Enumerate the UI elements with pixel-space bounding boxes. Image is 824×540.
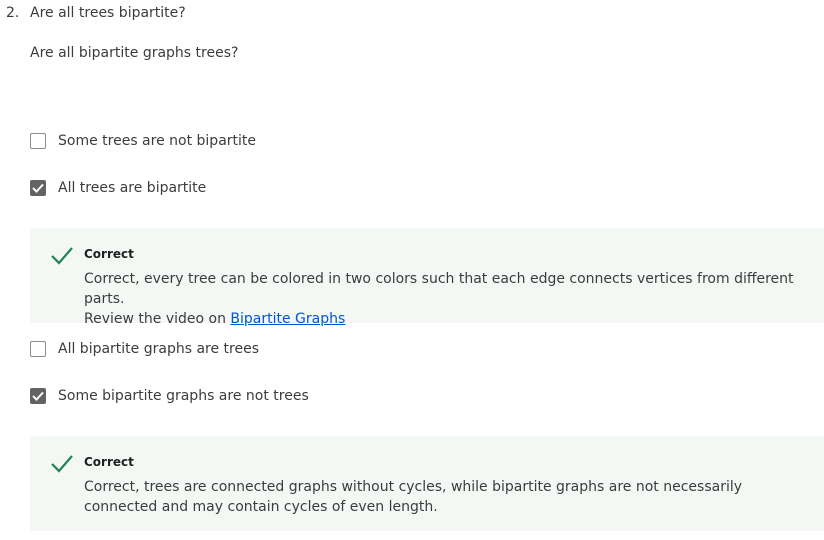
checkbox-check-icon bbox=[32, 183, 44, 193]
question-text-secondary: Are all bipartite graphs trees? bbox=[30, 45, 239, 61]
option-all-trees-bipartite[interactable]: All trees are bipartite bbox=[30, 178, 206, 198]
checkbox-checked[interactable] bbox=[30, 180, 46, 196]
checkbox-check-icon bbox=[32, 391, 44, 401]
checkbox-checked[interactable] bbox=[30, 388, 46, 404]
checkmark-icon bbox=[51, 247, 73, 265]
feedback-panel: Correct Correct, every tree can be color… bbox=[30, 228, 824, 327]
option-label: All trees are bipartite bbox=[58, 180, 207, 196]
feedback-panel: Correct Correct, trees are connected gra… bbox=[30, 436, 824, 531]
option-all-bipartite-graphs-trees[interactable]: All bipartite graphs are trees bbox=[30, 339, 259, 359]
checkmark-icon bbox=[51, 455, 73, 473]
question-number: 2. bbox=[6, 5, 20, 21]
checkbox-unchecked[interactable] bbox=[30, 133, 46, 149]
checkbox-unchecked[interactable] bbox=[30, 341, 46, 357]
option-some-bipartite-graphs-not-trees[interactable]: Some bipartite graphs are not trees bbox=[30, 386, 309, 406]
feedback-review-line: Review the video on Bipartite Graphs bbox=[84, 309, 804, 329]
feedback-body: Correct, trees are connected graphs with… bbox=[84, 479, 743, 515]
bipartite-graphs-link[interactable]: Bipartite Graphs bbox=[230, 311, 345, 327]
feedback-text: Correct, every tree can be colored in tw… bbox=[84, 271, 794, 307]
feedback-title: Correct bbox=[84, 247, 134, 261]
feedback-title: Correct bbox=[84, 455, 134, 469]
option-label: Some bipartite graphs are not trees bbox=[58, 388, 309, 404]
option-label: Some trees are not bipartite bbox=[58, 133, 257, 149]
question-text: Are all trees bipartite? bbox=[30, 5, 186, 21]
feedback-body: Correct, every tree can be colored in tw… bbox=[84, 269, 804, 329]
option-label: All bipartite graphs are trees bbox=[58, 341, 260, 357]
option-some-trees-not-bipartite[interactable]: Some trees are not bipartite bbox=[30, 131, 256, 151]
feedback-review-prefix: Review the video on bbox=[84, 311, 231, 327]
